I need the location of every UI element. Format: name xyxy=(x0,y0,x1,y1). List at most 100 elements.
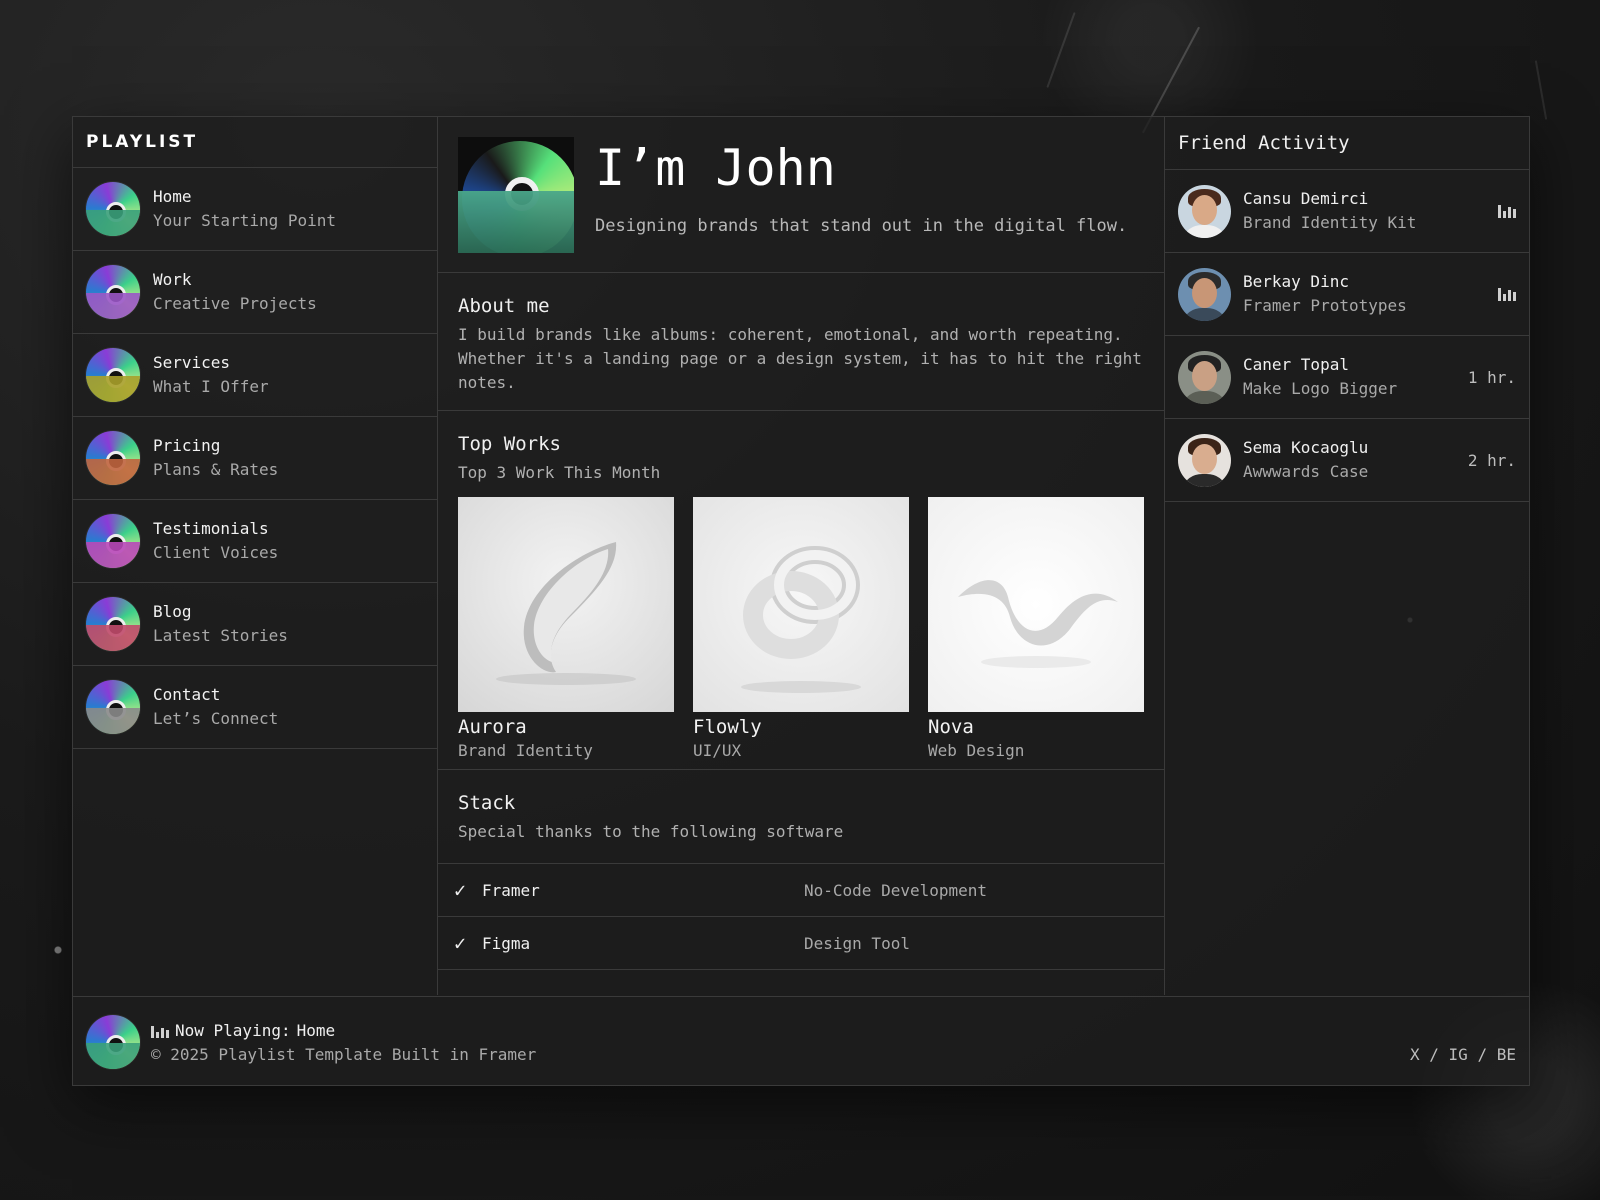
separator: / xyxy=(1477,1045,1488,1064)
copyright: © 2025 Playlist Template Built in Framer xyxy=(151,1045,537,1064)
stack-section-header: Stack Special thanks to the following so… xyxy=(438,770,1164,864)
sidebar-item-testimonials[interactable]: Testimonials Client Voices xyxy=(73,500,437,583)
friend-track: Make Logo Bigger xyxy=(1243,379,1398,398)
sidebar-item-sub: Client Voices xyxy=(153,543,279,562)
disc-icon xyxy=(86,597,140,651)
avatar xyxy=(1178,267,1231,321)
hero: I’m John Designing brands that stand out… xyxy=(438,117,1164,273)
work-card-nova[interactable]: Nova Web Design xyxy=(928,497,1144,762)
about-text: I build brands like albums: coherent, em… xyxy=(458,325,1142,392)
avatar xyxy=(1178,433,1231,487)
stack-subtitle: Special thanks to the following software xyxy=(458,822,844,841)
friend-activity-panel: Friend Activity Cansu Demirci Brand Iden… xyxy=(1165,117,1529,995)
about-section: About me I build brands like albums: coh… xyxy=(438,273,1164,411)
sidebar-item-label: Testimonials xyxy=(153,519,269,538)
social-link-behance[interactable]: BE xyxy=(1497,1045,1516,1064)
sidebar-item-home[interactable]: Home Your Starting Point xyxy=(73,168,437,251)
sidebar-item-sub: Plans & Rates xyxy=(153,460,279,479)
about-title: About me xyxy=(458,295,550,317)
sidebar-item-blog[interactable]: Blog Latest Stories xyxy=(73,583,437,666)
work-thumbnail xyxy=(458,497,674,712)
page-subtitle: Designing brands that stand out in the d… xyxy=(595,216,1128,236)
separator: / xyxy=(1429,1045,1439,1064)
friend-last-active: 1 hr. xyxy=(1467,367,1516,387)
top-works-title: Top Works xyxy=(458,433,561,455)
main-content: I’m John Designing brands that stand out… xyxy=(438,117,1165,995)
friend-item[interactable]: Berkay Dinc Framer Prototypes xyxy=(1165,253,1529,336)
sidebar-item-label: Work xyxy=(153,270,192,289)
work-card-category: UI/UX xyxy=(693,741,742,760)
stack-tool-desc: Design Tool xyxy=(804,933,910,953)
sidebar-item-services[interactable]: Services What I Offer xyxy=(73,334,437,417)
album-cover-image xyxy=(458,137,574,253)
equalizer-icon xyxy=(1498,204,1516,218)
work-card-name: Flowly xyxy=(693,716,762,738)
background-scratch xyxy=(1534,60,1548,120)
work-thumbnail xyxy=(928,497,1144,712)
sidebar-item-label: Pricing xyxy=(153,436,221,455)
friend-name: Caner Topal xyxy=(1243,355,1349,374)
social-links: X / IG / BE xyxy=(1410,1045,1516,1064)
friend-item[interactable]: Cansu Demirci Brand Identity Kit xyxy=(1165,170,1529,253)
stack-tool-name: Figma xyxy=(482,933,531,953)
work-card-name: Aurora xyxy=(458,716,527,738)
friend-last-active: 2 hr. xyxy=(1467,450,1516,470)
disc-icon xyxy=(86,265,140,319)
work-card-name: Nova xyxy=(928,716,974,738)
work-card-flowly[interactable]: Flowly UI/UX xyxy=(693,497,909,762)
friend-track: Brand Identity Kit xyxy=(1243,213,1417,232)
friend-track: Framer Prototypes xyxy=(1243,296,1407,315)
sidebar-item-label: Blog xyxy=(153,602,192,621)
player-footer: Now Playing: Home © 2025 Playlist Templa… xyxy=(73,996,1529,1086)
friend-name: Sema Kocaoglu xyxy=(1243,438,1369,457)
disc-icon xyxy=(86,182,140,236)
page-title: I’m John xyxy=(595,139,836,197)
avatar xyxy=(1178,184,1231,238)
disc-icon xyxy=(86,680,140,734)
background-scratch xyxy=(1046,12,1076,88)
work-card-category: Web Design xyxy=(928,741,1025,760)
work-thumbnail xyxy=(693,497,909,712)
now-playing-track: Home xyxy=(296,1021,336,1040)
stack-row: ✓ Figma Design Tool xyxy=(438,917,1164,970)
work-card-category: Brand Identity xyxy=(458,741,593,760)
sidebar-item-contact[interactable]: Contact Let’s Connect xyxy=(73,666,437,749)
social-link-instagram[interactable]: IG xyxy=(1449,1045,1468,1064)
friend-name: Berkay Dinc xyxy=(1243,272,1349,291)
friend-activity-title: Friend Activity xyxy=(1165,117,1529,170)
sidebar-title: PLAYLIST xyxy=(73,117,437,168)
check-icon: ✓ xyxy=(453,878,467,902)
now-playing: Now Playing: Home xyxy=(151,1021,335,1040)
sidebar: PLAYLIST Home Your Starting Point Work C… xyxy=(73,117,438,995)
disc-icon xyxy=(86,348,140,402)
sidebar-item-label: Contact xyxy=(153,685,221,704)
sidebar-item-sub: Let’s Connect xyxy=(153,709,279,728)
sidebar-item-sub: Creative Projects xyxy=(153,294,317,313)
avatar xyxy=(1178,350,1231,404)
sidebar-item-label: Home xyxy=(153,187,192,206)
disc-icon xyxy=(86,514,140,568)
disc-icon xyxy=(86,1015,140,1069)
stack-title: Stack xyxy=(458,792,516,814)
sidebar-item-sub: What I Offer xyxy=(153,377,269,396)
now-playing-prefix: Now Playing: xyxy=(175,1021,291,1040)
friend-track: Awwwards Case xyxy=(1243,462,1369,481)
friend-name: Cansu Demirci xyxy=(1243,189,1369,208)
sidebar-item-sub: Your Starting Point xyxy=(153,211,337,230)
sidebar-item-label: Services xyxy=(153,353,231,372)
stack-row: ✓ Framer No-Code Development xyxy=(438,864,1164,917)
friend-item[interactable]: Caner Topal Make Logo Bigger 1 hr. xyxy=(1165,336,1529,419)
stack-tool-name: Framer xyxy=(482,880,540,900)
check-icon: ✓ xyxy=(453,931,467,955)
stack-tool-desc: No-Code Development xyxy=(804,880,988,900)
sidebar-item-sub: Latest Stories xyxy=(153,626,288,645)
sidebar-item-pricing[interactable]: Pricing Plans & Rates xyxy=(73,417,437,500)
disc-icon xyxy=(86,431,140,485)
social-link-x[interactable]: X xyxy=(1410,1045,1420,1064)
work-card-aurora[interactable]: Aurora Brand Identity xyxy=(458,497,674,762)
top-works-subtitle: Top 3 Work This Month xyxy=(458,463,661,482)
sidebar-item-work[interactable]: Work Creative Projects xyxy=(73,251,437,334)
top-works-section: Top Works Top 3 Work This Month Aurora B… xyxy=(438,411,1164,770)
friend-item[interactable]: Sema Kocaoglu Awwwards Case 2 hr. xyxy=(1165,419,1529,502)
app-window: PLAYLIST Home Your Starting Point Work C… xyxy=(72,116,1530,1086)
